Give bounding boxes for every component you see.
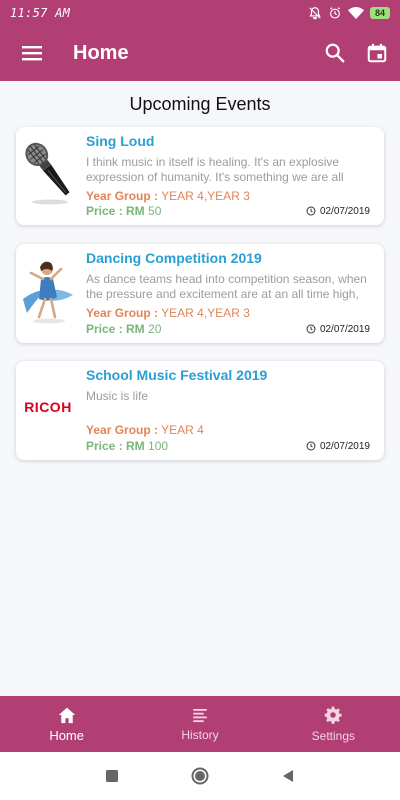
home-icon xyxy=(58,707,75,723)
price-value: 20 xyxy=(148,322,162,336)
event-date-text: 02/07/2019 xyxy=(319,323,370,335)
calendar-icon xyxy=(367,43,387,63)
nav-home[interactable]: Home xyxy=(0,696,133,752)
event-title[interactable]: Dancing Competition 2019 xyxy=(86,250,374,266)
mute-icon xyxy=(309,6,321,19)
dancer-image xyxy=(18,248,78,332)
event-price: Price : RM 50 xyxy=(86,204,161,218)
event-description: Music is life xyxy=(86,389,149,403)
event-date-text: 02/07/2019 xyxy=(319,205,370,217)
event-date: 02/07/2019 xyxy=(306,324,370,335)
year-group-value: YEAR 4,YEAR 3 xyxy=(161,189,250,203)
clock-icon xyxy=(306,324,316,334)
menu-button[interactable] xyxy=(0,25,64,81)
clock-icon xyxy=(306,206,316,216)
menu-icon xyxy=(22,46,42,61)
event-info: Dancing Competition 2019 As dance teams … xyxy=(86,250,374,320)
nav-home-label: Home xyxy=(49,727,84,743)
nav-settings[interactable]: Settings xyxy=(267,696,400,752)
back-icon[interactable] xyxy=(281,769,295,783)
battery-icon: 84 xyxy=(369,6,390,19)
year-group-label: Year Group : xyxy=(86,423,159,437)
history-icon xyxy=(193,709,207,723)
app-bar: Home xyxy=(0,25,400,81)
event-card[interactable]: Sing Loud I think music in itself is hea… xyxy=(16,127,384,225)
logo-text: RICOH xyxy=(24,399,72,415)
event-card[interactable]: RICOH School Music Festival 2019 Music i… xyxy=(16,361,384,460)
event-year-group: Year Group : YEAR 4,YEAR 3 xyxy=(86,189,374,203)
event-date: 02/07/2019 xyxy=(306,441,370,452)
year-group-label: Year Group : xyxy=(86,189,159,203)
gear-icon xyxy=(324,706,342,724)
event-price: Price : RM 100 xyxy=(86,439,168,453)
event-info: Sing Loud I think music in itself is hea… xyxy=(86,133,374,203)
price-label: Price : RM xyxy=(86,322,145,336)
event-info: School Music Festival 2019 Music is life… xyxy=(86,367,374,437)
event-description: As dance teams head into competition sea… xyxy=(86,272,367,301)
event-footer: Price : RM 20 02/07/2019 xyxy=(86,322,370,336)
bottom-nav: Home History Settings xyxy=(0,696,400,752)
event-title[interactable]: School Music Festival 2019 xyxy=(86,367,374,383)
wifi-icon xyxy=(347,6,364,19)
ricoh-logo: RICOH xyxy=(18,365,78,449)
price-label: Price : RM xyxy=(86,439,145,453)
price-label: Price : RM xyxy=(86,204,145,218)
page-title: Home xyxy=(73,41,129,64)
calendar-button[interactable] xyxy=(358,25,396,81)
event-price: Price : RM 20 xyxy=(86,322,161,336)
microphone-image xyxy=(18,131,78,215)
event-year-group: Year Group : YEAR 4 xyxy=(86,423,374,437)
search-button[interactable] xyxy=(316,25,354,81)
status-time: 11:57 AM xyxy=(10,5,71,20)
event-footer: Price : RM 100 02/07/2019 xyxy=(86,439,370,453)
year-group-label: Year Group : xyxy=(86,306,159,320)
home-circle-icon[interactable] xyxy=(191,767,209,785)
status-icons: 84 xyxy=(308,6,390,20)
system-nav-bar xyxy=(0,752,400,800)
year-group-value: YEAR 4,YEAR 3 xyxy=(161,306,250,320)
event-title[interactable]: Sing Loud xyxy=(86,133,374,149)
nav-settings-label: Settings xyxy=(311,729,355,743)
event-date: 02/07/2019 xyxy=(306,206,370,217)
price-value: 100 xyxy=(148,439,169,453)
price-value: 50 xyxy=(148,204,162,218)
section-title: Upcoming Events xyxy=(129,94,271,114)
event-card[interactable]: Dancing Competition 2019 As dance teams … xyxy=(16,244,384,343)
status-bar: 11:57 AM 84 xyxy=(0,0,400,25)
event-description: I think music in itself is healing. It's… xyxy=(86,155,344,184)
nav-history[interactable]: History xyxy=(133,696,266,752)
event-footer: Price : RM 50 02/07/2019 xyxy=(86,204,370,218)
search-icon xyxy=(325,43,345,63)
recents-icon[interactable] xyxy=(105,769,119,783)
clock-icon xyxy=(306,441,316,451)
nav-history-label: History xyxy=(181,728,219,742)
year-group-value: YEAR 4 xyxy=(161,423,204,437)
alarm-icon xyxy=(329,6,340,19)
event-year-group: Year Group : YEAR 4,YEAR 3 xyxy=(86,306,374,320)
event-date-text: 02/07/2019 xyxy=(319,440,370,452)
